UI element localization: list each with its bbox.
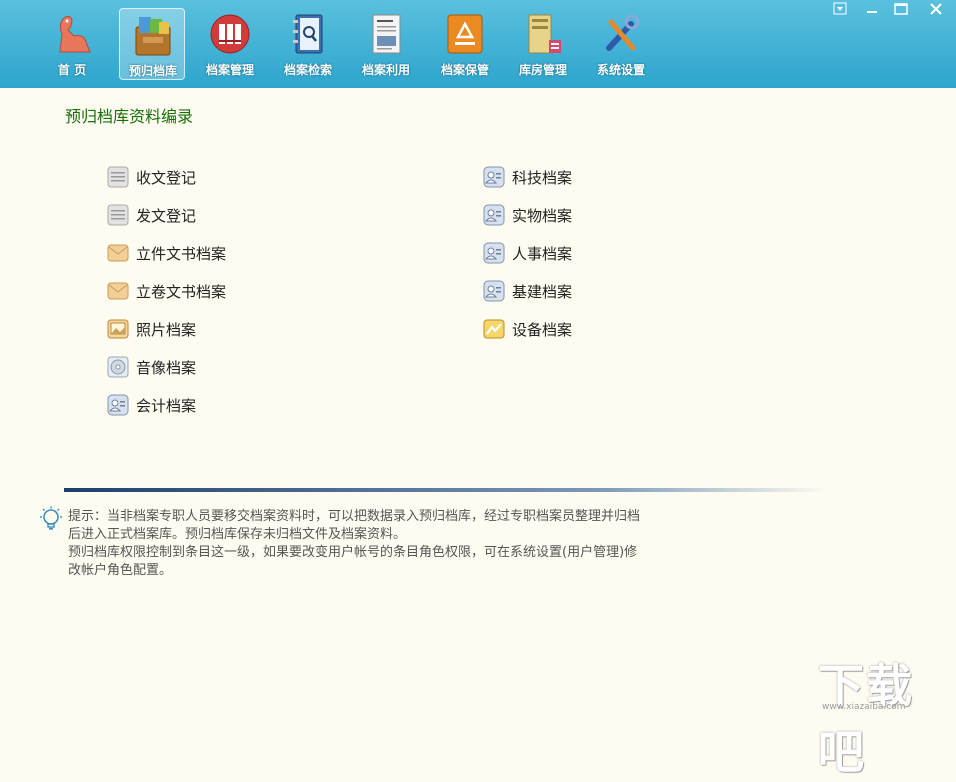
envelope-icon (107, 244, 129, 262)
watermark-logo: 下载吧 (818, 659, 914, 779)
nav-label: 首 页 (57, 63, 87, 77)
nav-archive-management[interactable]: 档案管理 (197, 8, 263, 80)
nav-label: 预归档库 (128, 64, 177, 78)
page-title: 预归档库资料编录 (65, 107, 194, 126)
nav-label: 档案检索 (283, 63, 332, 77)
entry-label: 发文登记 (136, 207, 197, 225)
minimize-icon[interactable] (862, 2, 882, 16)
id-card-icon (483, 204, 505, 226)
entry-label: 人事档案 (512, 245, 573, 263)
entry-label: 基建档案 (512, 283, 573, 301)
recycle-box-icon (447, 14, 483, 54)
id-card-icon (483, 280, 505, 302)
nav-pre-archive[interactable]: 预归档库 (119, 8, 185, 80)
envelope-icon (107, 282, 129, 300)
nav-label: 档案保管 (440, 63, 489, 77)
id-card-icon (483, 242, 505, 264)
section-divider (64, 488, 828, 492)
nav-label: 档案管理 (205, 63, 254, 77)
tip-line: 提示：当非档案专职人员要移交档案资料时，可以把数据录入预归档库，经过专职档案员整… (68, 509, 641, 524)
entry-label: 会计档案 (136, 397, 197, 415)
nav-label: 系统设置 (596, 63, 645, 77)
tip-line: 预归档库权限控制到条目这一级，如果要改变用户帐号的条目角色权限，可在系统设置(用… (68, 545, 638, 560)
entry-label: 立件文书档案 (136, 245, 227, 263)
photo-icon (107, 319, 129, 339)
document-grey-icon (107, 166, 129, 188)
maximize-icon[interactable] (891, 2, 911, 16)
dropdown-icon[interactable] (831, 2, 851, 16)
nav-archive-search[interactable]: 档案检索 (275, 8, 341, 80)
nav-archive-use[interactable]: 档案利用 (353, 8, 419, 80)
nav-label: 档案利用 (361, 63, 410, 77)
lightbulb-icon (40, 506, 62, 530)
equipment-icon (483, 319, 505, 339)
id-card-icon (483, 166, 505, 188)
nav-storeroom-management[interactable]: 库房管理 (510, 8, 576, 80)
nav-system-settings[interactable]: 系统设置 (588, 8, 654, 80)
document-icon (372, 14, 401, 54)
tip-text: 提示：当非档案专职人员要移交档案资料时，可以把数据录入预归档库，经过专职档案员整… (68, 508, 640, 580)
tools-icon (606, 14, 640, 51)
document-grey-icon (107, 204, 129, 226)
archive-box-icon (135, 17, 171, 56)
entry-label: 科技档案 (512, 169, 573, 187)
watermark: 下载吧 www.xiazaiba.com (812, 650, 952, 779)
shelf-icon (528, 14, 561, 54)
entry-label: 设备档案 (512, 321, 573, 339)
entry-label: 立卷文书档案 (136, 283, 227, 301)
tip-line: 后进入正式档案库。预归档库保存未归档文件及档案资料。 (68, 527, 407, 542)
entry-label: 照片档案 (136, 321, 197, 339)
nav-label: 库房管理 (518, 63, 567, 77)
entry-label: 收文登记 (136, 169, 197, 187)
binders-icon (210, 14, 250, 54)
entry-label: 实物档案 (512, 207, 573, 225)
dinosaur-icon (59, 15, 91, 53)
main-toolbar: 首 页 预归档库 档案管理 档案检索 档案利用 档案保管 库房管理 系统设置 (0, 0, 956, 88)
nav-home[interactable]: 首 页 (39, 8, 105, 80)
notebook-search-icon (293, 14, 323, 54)
disc-icon (107, 356, 129, 378)
tip-line: 改帐户角色配置。 (68, 563, 173, 578)
watermark-url: www.xiazaiba.com (822, 702, 906, 712)
entry-label: 音像档案 (136, 359, 197, 377)
close-icon[interactable] (926, 2, 946, 16)
nav-archive-storage[interactable]: 档案保管 (432, 8, 498, 80)
id-card-icon (107, 394, 129, 416)
